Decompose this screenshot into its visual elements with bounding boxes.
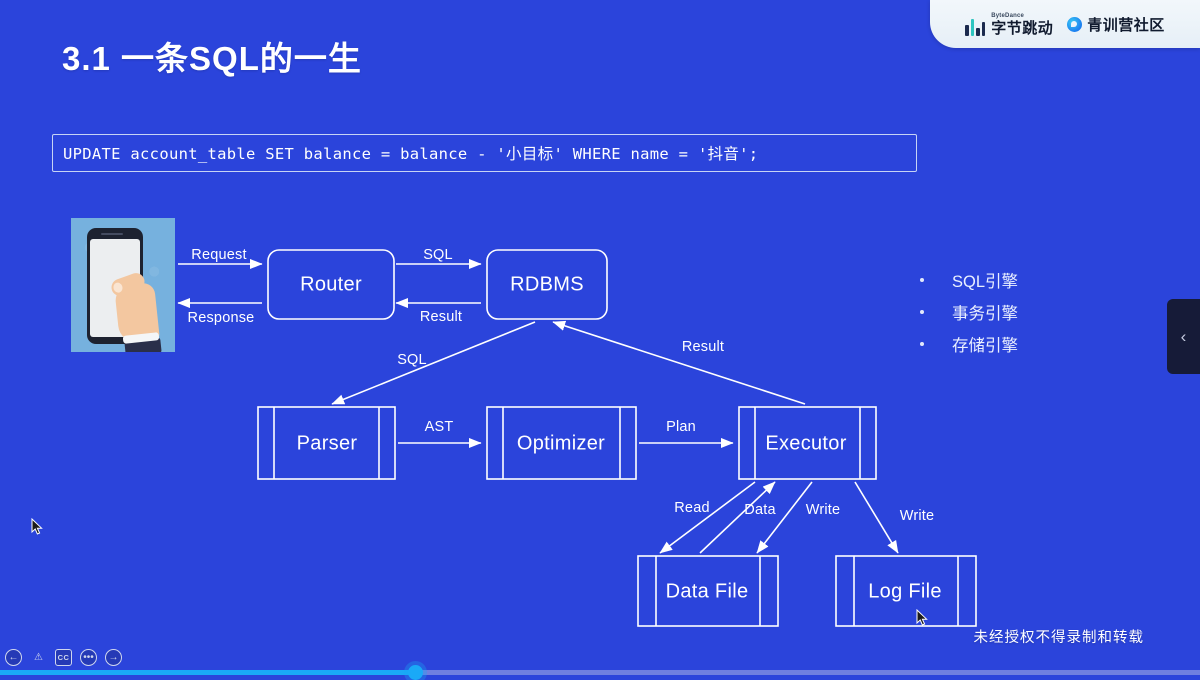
hand-icon: [109, 270, 162, 352]
edge-write-log: [854, 481, 899, 554]
replay-button[interactable]: ←: [5, 649, 22, 666]
community-logo: 青训营社区: [1067, 14, 1165, 35]
progress-bar[interactable]: [0, 665, 1200, 680]
sidebar-collapse-toggle[interactable]: ‹: [1167, 299, 1200, 374]
sql-lifecycle-diagram: [177, 249, 977, 627]
back-arrow-icon: ←: [8, 652, 19, 663]
node-label-rdbms: RDBMS: [510, 273, 584, 296]
node-label-datafile: Data File: [665, 580, 749, 603]
bullet-dot-icon: [920, 310, 924, 314]
page-title: 3.1 一条SQL的一生: [62, 40, 362, 77]
bullet-label: SQL引擎: [952, 273, 1019, 291]
bullet-dot-icon: [920, 342, 924, 346]
edge-label-write-log: Write: [899, 508, 935, 524]
report-button[interactable]: ⚠: [30, 649, 47, 666]
cc-icon: CC: [57, 653, 70, 662]
progress-fill: [0, 670, 415, 675]
video-player-bar: ← ⚠ CC ••• →: [0, 647, 1200, 680]
edge-label-result-top: Result: [419, 309, 463, 325]
list-item: SQL引擎: [920, 264, 1018, 296]
list-item: 存储引擎: [920, 328, 1018, 360]
edge-label-response: Response: [187, 310, 255, 326]
edge-label-write-data: Write: [805, 502, 841, 518]
sql-statement-box: UPDATE account_table SET balance = balan…: [52, 134, 917, 172]
bytedance-cn-label: 字节跳动: [991, 19, 1054, 37]
node-label-optimizer: Optimizer: [516, 432, 606, 455]
bullet-dot-icon: [920, 278, 924, 282]
more-options-button[interactable]: •••: [80, 649, 97, 666]
edge-label-read: Read: [674, 500, 710, 516]
client-device-illustration: [71, 218, 175, 352]
engine-bullet-list: SQL引擎 事务引擎 存储引擎: [920, 264, 1018, 360]
edge-label-sql-down: SQL: [397, 352, 427, 368]
node-label-router: Router: [300, 273, 362, 296]
copyright-watermark: 未经授权不得录制和转载: [973, 630, 1144, 646]
edge-label-data: Data: [744, 502, 776, 518]
bytedance-en-label: ByteDance: [991, 12, 1025, 19]
bytedance-logo: ByteDance 字节跳动: [965, 13, 1053, 36]
edge-read: [659, 481, 756, 554]
list-item: 事务引擎: [920, 296, 1018, 328]
bytedance-bars-icon: [965, 18, 986, 36]
captions-button[interactable]: CC: [55, 649, 72, 666]
node-label-parser: Parser: [296, 432, 358, 455]
edge-label-plan: Plan: [666, 419, 696, 435]
mouse-cursor-secondary: [916, 609, 928, 627]
sql-statement-text: UPDATE account_table SET balance = balan…: [63, 145, 759, 163]
slide-canvas: ByteDance 字节跳动 青训营社区 3.1 一条SQL的一生 UPDATE…: [0, 0, 1200, 680]
edge-label-result-up: Result: [681, 339, 725, 355]
brand-badge: ByteDance 字节跳动 青训营社区: [930, 0, 1200, 48]
bullet-label: 事务引擎: [952, 305, 1018, 323]
community-label: 青训营社区: [1087, 16, 1165, 34]
forward-button[interactable]: →: [105, 649, 122, 666]
edge-label-sql-top: SQL: [423, 247, 453, 263]
ellipsis-icon: •••: [83, 652, 94, 663]
edge-label-request: Request: [191, 247, 247, 263]
edge-label-ast: AST: [424, 419, 454, 435]
community-mark-icon: [1067, 16, 1083, 32]
edge-sql-down: [331, 321, 536, 405]
player-controls: ← ⚠ CC ••• →: [5, 649, 122, 666]
bullet-label: 存储引擎: [952, 337, 1018, 355]
warning-icon: ⚠: [34, 652, 43, 663]
node-label-logfile: Log File: [868, 580, 942, 603]
mouse-cursor: [31, 518, 43, 536]
chevron-left-icon: ‹: [1180, 327, 1187, 346]
progress-knob[interactable]: [408, 665, 423, 680]
forward-arrow-icon: →: [108, 652, 119, 663]
node-label-executor: Executor: [765, 432, 847, 455]
edge-result-up: [552, 320, 806, 405]
